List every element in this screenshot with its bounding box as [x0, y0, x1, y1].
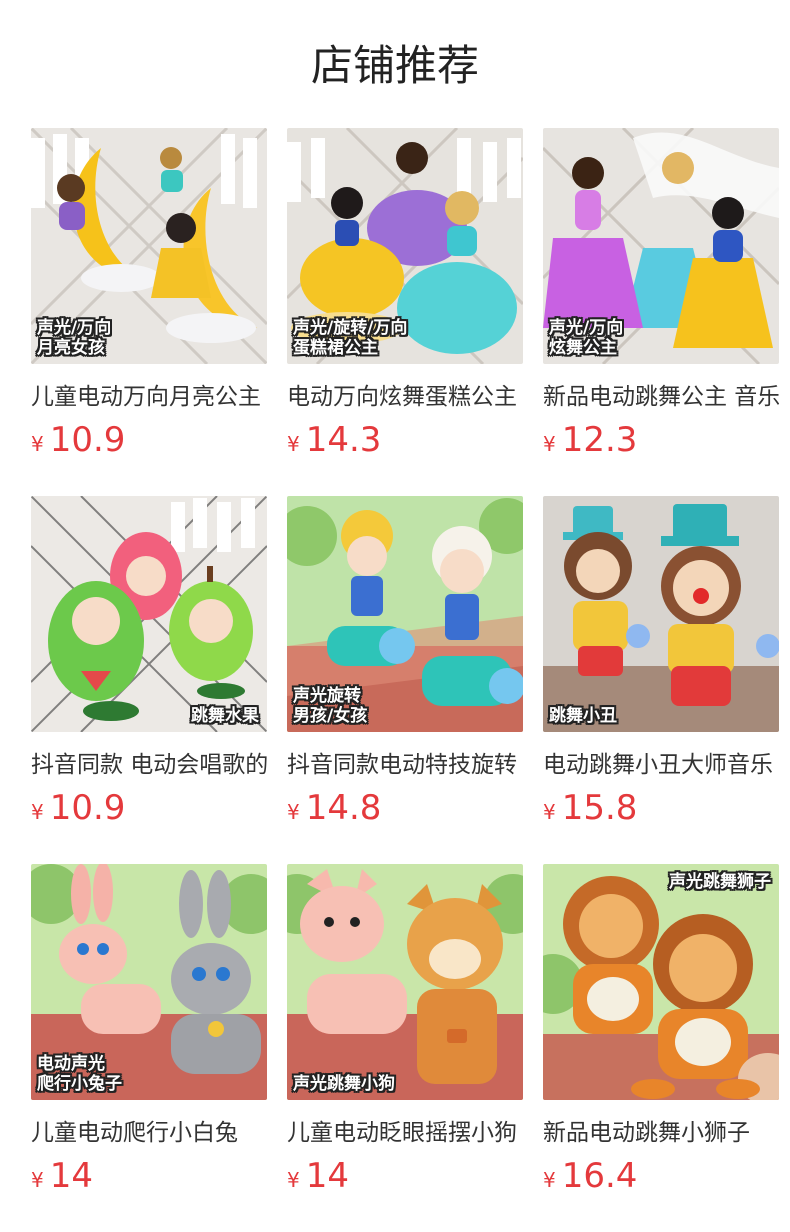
- product-card[interactable]: 声光/旋转/万向 蛋糕裙公主 电动万向炫舞蛋糕公主 ¥14.3: [287, 128, 523, 496]
- currency-symbol: ¥: [543, 800, 556, 824]
- product-price: ¥10.9: [31, 786, 267, 830]
- product-price: ¥14.3: [287, 418, 523, 462]
- product-image[interactable]: 声光/旋转/万向 蛋糕裙公主: [287, 128, 523, 364]
- product-card[interactable]: 声光旋转 男孩/女孩 抖音同款电动特技旋转 ¥14.8: [287, 496, 523, 864]
- product-image[interactable]: 声光旋转 男孩/女孩: [287, 496, 523, 732]
- image-tag: 声光跳舞小狗: [293, 1074, 395, 1094]
- product-image[interactable]: 跳舞小丑: [543, 496, 779, 732]
- product-card[interactable]: 声光跳舞狮子 新品电动跳舞小狮子 ¥16.4: [543, 864, 779, 1232]
- price-value: 14: [305, 1156, 349, 1196]
- product-image[interactable]: 声光跳舞狮子: [543, 864, 779, 1100]
- product-name[interactable]: 电动跳舞小丑大师音乐: [543, 748, 779, 782]
- product-name[interactable]: 新品电动跳舞小狮子: [543, 1116, 779, 1150]
- image-tag: 声光旋转 男孩/女孩: [293, 686, 368, 726]
- product-name[interactable]: 抖音同款 电动会唱歌的: [31, 748, 267, 782]
- price-value: 16.4: [561, 1156, 638, 1196]
- product-name[interactable]: 儿童电动万向月亮公主: [31, 380, 267, 414]
- product-price: ¥12.3: [543, 418, 779, 462]
- product-price: ¥10.9: [31, 418, 267, 462]
- product-grid: 声光/万向 月亮女孩 儿童电动万向月亮公主 ¥10.9 声光/旋转/万向 蛋糕裙…: [31, 128, 779, 1232]
- recommend-page: 店铺推荐 声光/万向 月亮女孩 儿童电动万向月亮公主 ¥ 10.9 声光/旋转/…: [0, 0, 790, 1232]
- product-name[interactable]: 儿童电动眨眼摇摆小狗: [287, 1116, 523, 1150]
- product-card[interactable]: 声光/万向 月亮女孩 儿童电动万向月亮公主 ¥10.9: [31, 128, 267, 496]
- product-price: ¥14: [287, 1154, 523, 1198]
- product-image[interactable]: 声光跳舞小狗: [287, 864, 523, 1100]
- image-tag: 电动声光 爬行小兔子: [37, 1054, 122, 1094]
- price-value: 15.8: [561, 788, 638, 828]
- currency-symbol: ¥: [287, 432, 300, 456]
- currency-symbol: ¥: [31, 800, 44, 824]
- product-name[interactable]: 儿童电动爬行小白兔: [31, 1116, 267, 1150]
- price-value: 14.3: [305, 420, 382, 460]
- product-image[interactable]: 声光/万向 炫舞公主: [543, 128, 779, 364]
- image-tag: 声光/旋转/万向 蛋糕裙公主: [293, 318, 408, 358]
- image-tag: 声光/万向 炫舞公主: [549, 318, 624, 358]
- product-name[interactable]: 电动万向炫舞蛋糕公主: [287, 380, 523, 414]
- price-value: 10.9: [49, 420, 126, 460]
- price-value: 14: [49, 1156, 93, 1196]
- currency-symbol: ¥: [543, 1168, 556, 1192]
- product-image[interactable]: 声光/万向 月亮女孩: [31, 128, 267, 364]
- currency-symbol: ¥: [31, 432, 44, 456]
- product-image[interactable]: 电动声光 爬行小兔子: [31, 864, 267, 1100]
- product-name[interactable]: 抖音同款电动特技旋转: [287, 748, 523, 782]
- product-card[interactable]: 电动声光 爬行小兔子 儿童电动爬行小白兔 ¥14: [31, 864, 267, 1232]
- product-card[interactable]: 跳舞水果 抖音同款 电动会唱歌的 ¥10.9: [31, 496, 267, 864]
- product-card[interactable]: 声光/万向 炫舞公主 新品电动跳舞公主 音乐 ¥12.3: [543, 128, 779, 496]
- currency-symbol: ¥: [287, 800, 300, 824]
- currency-symbol: ¥: [31, 1168, 44, 1192]
- section-title: 店铺推荐: [310, 41, 479, 90]
- currency-symbol: ¥: [543, 432, 556, 456]
- product-card[interactable]: 跳舞小丑 电动跳舞小丑大师音乐 ¥15.8: [543, 496, 779, 864]
- price-value: 14.8: [305, 788, 382, 828]
- product-price: ¥14: [31, 1154, 267, 1198]
- image-tag: 跳舞水果: [191, 706, 259, 726]
- product-name[interactable]: 新品电动跳舞公主 音乐: [543, 380, 779, 414]
- product-price: ¥16.4: [543, 1154, 779, 1198]
- price-value: 10.9: [49, 788, 126, 828]
- currency-symbol: ¥: [287, 1168, 300, 1192]
- product-image[interactable]: 跳舞水果: [31, 496, 267, 732]
- product-price: ¥14.8: [287, 786, 523, 830]
- image-tag: 声光/万向 月亮女孩: [37, 318, 112, 358]
- product-price: ¥15.8: [543, 786, 779, 830]
- price-value: 12.3: [561, 420, 638, 460]
- product-card[interactable]: 声光跳舞小狗 儿童电动眨眼摇摆小狗 ¥14: [287, 864, 523, 1232]
- image-tag: 跳舞小丑: [549, 706, 617, 726]
- image-tag: 声光跳舞狮子: [669, 872, 771, 892]
